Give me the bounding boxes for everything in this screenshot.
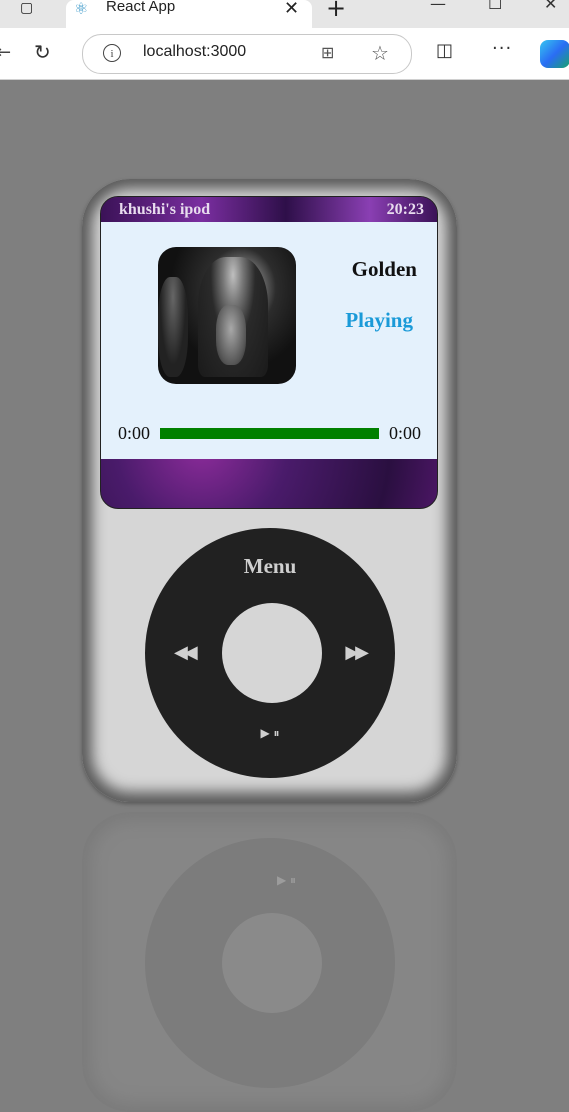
split-screen-icon[interactable]: ◫ — [436, 40, 453, 61]
url-field[interactable]: i localhost:3000 ⊞ ☆ — [82, 34, 412, 74]
current-time: 0:00 — [118, 423, 151, 443]
center-button[interactable] — [222, 603, 322, 703]
address-bar: ← ↻ i localhost:3000 ⊞ ☆ ◫ ··· — [0, 28, 569, 80]
favorite-star-icon[interactable]: ☆ — [371, 41, 389, 65]
ipod-screen: khushi's ipod 20:23 Golden Playing 0:00 … — [100, 196, 438, 509]
device-name: khushi's ipod — [119, 201, 211, 218]
rewind-icon[interactable]: ◀◀ — [174, 642, 198, 663]
progress-fill — [160, 428, 379, 439]
back-icon[interactable]: ← — [0, 42, 11, 63]
maximize-icon[interactable]: ☐ — [488, 0, 502, 13]
info-icon[interactable]: i — [103, 44, 121, 62]
center-button-reflection — [222, 913, 322, 1013]
close-window-icon[interactable]: ✕ — [544, 0, 557, 13]
react-favicon: ⚛ — [74, 0, 89, 18]
album-art-highlight — [216, 305, 246, 365]
duration: 0:00 — [388, 423, 421, 443]
play-pause-reflection-icon: ▶ ⏸ — [276, 873, 297, 887]
more-icon[interactable]: ··· — [492, 38, 512, 59]
menu-button[interactable]: Menu — [145, 554, 395, 579]
app-available-icon[interactable]: ⊞ — [321, 43, 334, 62]
clock: 20:23 — [386, 201, 424, 218]
fast-forward-icon[interactable]: ▶▶ — [345, 642, 369, 663]
close-tab-icon[interactable]: ✕ — [284, 0, 299, 19]
refresh-icon[interactable]: ↻ — [34, 40, 51, 64]
new-tab-icon[interactable]: + — [326, 0, 346, 22]
song-title: Golden — [351, 257, 417, 281]
browser-tab-bar: ▢ ⚛ React App ✕ + — ☐ ✕ — [0, 0, 569, 28]
progress-bar[interactable] — [160, 428, 379, 439]
url-text[interactable]: localhost:3000 — [143, 43, 246, 61]
album-art — [158, 247, 296, 384]
tab-title: React App — [106, 0, 176, 15]
click-wheel[interactable]: Menu ◀◀ ▶▶ ▶ ⏸ — [145, 528, 395, 778]
album-art-detail — [158, 277, 188, 377]
now-playing-panel: Golden Playing 0:00 0:00 — [101, 222, 437, 459]
browser-tab[interactable]: ⚛ React App ✕ — [66, 0, 312, 28]
sidebar-icon[interactable]: ▢ — [20, 0, 42, 18]
playback-status: Playing — [345, 308, 413, 332]
minimize-icon[interactable]: — — [430, 0, 446, 13]
copilot-icon[interactable] — [540, 40, 569, 68]
status-bar: khushi's ipod 20:23 — [101, 197, 437, 222]
play-pause-icon[interactable]: ▶ ⏸ — [145, 726, 395, 741]
